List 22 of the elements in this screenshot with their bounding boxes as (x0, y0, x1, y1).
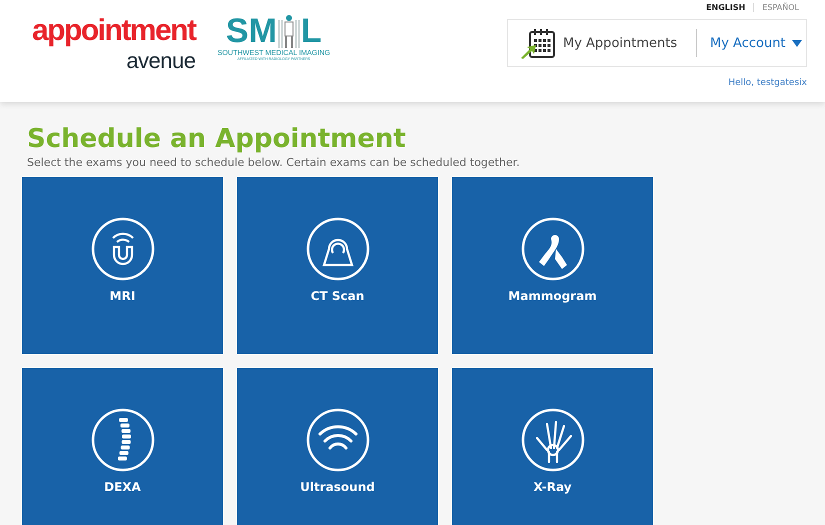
my-account-menu[interactable]: My Account (697, 36, 802, 50)
exam-tile[interactable]: X-Ray (452, 368, 653, 525)
exam-tile[interactable]: Mammogram (452, 177, 653, 354)
scanner-icon (306, 217, 370, 281)
language-link[interactable]: ENGLISH (698, 3, 754, 12)
caret-icon (792, 40, 802, 46)
brand-logo[interactable]: appointment avenue (32, 14, 196, 74)
exam-tile[interactable]: MRI (22, 177, 223, 354)
my-appointments-link[interactable]: My Appointments (508, 27, 696, 59)
hand-bones-icon (520, 408, 584, 472)
exam-tile[interactable]: Ultrasound (237, 368, 438, 525)
exam-tile[interactable]: CT Scan (237, 177, 438, 354)
sound-wave-icon (306, 408, 370, 472)
page-subtitle: Select the exams you need to schedule below. Certain exams can be scheduled together. (27, 156, 521, 169)
spine-icon (90, 408, 154, 472)
exam-tile[interactable]: DEXA (22, 368, 223, 525)
calendar-icon (520, 27, 556, 59)
ribbon-icon (520, 217, 584, 281)
language-link[interactable]: ESPAÑOL (753, 3, 807, 12)
magnet-icon (90, 217, 154, 281)
page-title: Schedule an Appointment (27, 124, 407, 154)
greeting-link[interactable]: Hello, testgatesix (728, 78, 807, 88)
